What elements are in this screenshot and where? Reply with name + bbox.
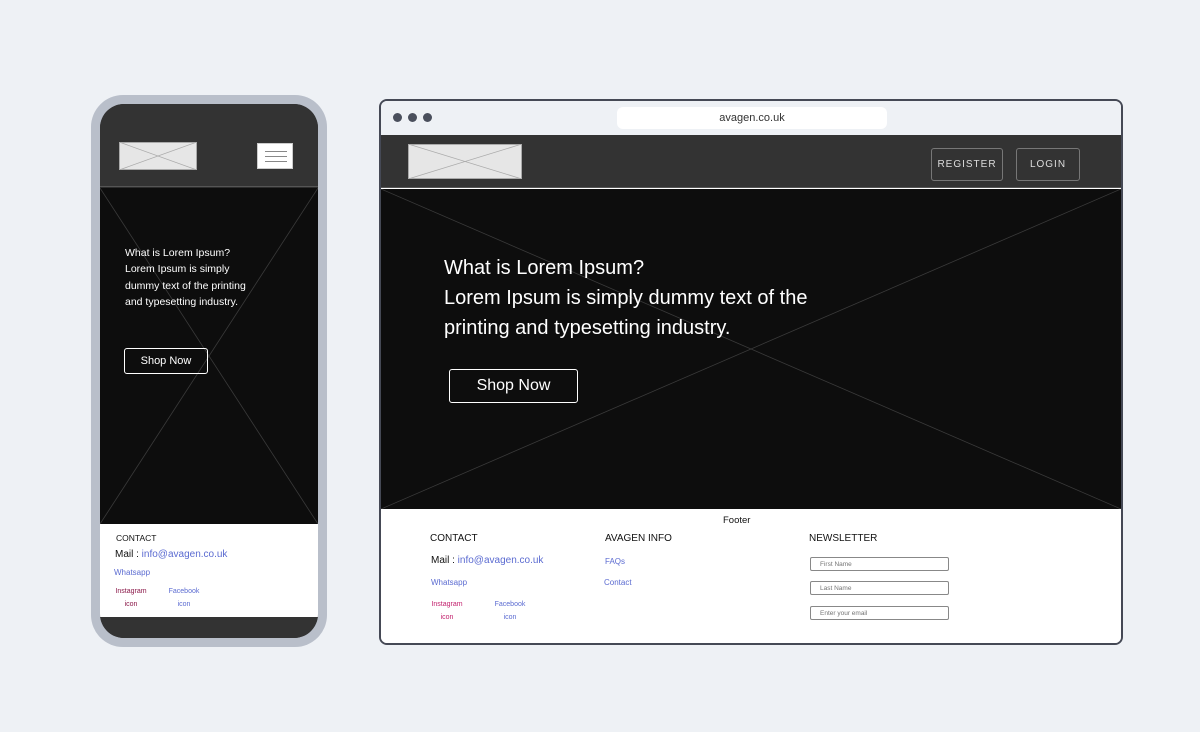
mobile-footer: CONTACT Mail : info@avagen.co.uk Whatsap…: [100, 524, 318, 617]
mail-label: Mail :: [431, 555, 458, 566]
desktop-hero-line: Lorem Ipsum is simply dummy text of the: [444, 287, 808, 309]
whatsapp-link[interactable]: Whatsapp: [431, 578, 467, 587]
mobile-whatsapp-link[interactable]: Whatsapp: [114, 568, 150, 577]
mail-link[interactable]: info@avagen.co.uk: [458, 555, 544, 566]
mobile-mail-line: Mail : info@avagen.co.uk: [115, 549, 227, 560]
desktop-logo-placeholder[interactable]: [408, 144, 522, 179]
mobile-screen: What is Lorem Ipsum? Lorem Ipsum is simp…: [100, 104, 318, 638]
desktop-hero-line: printing and typesetting industry.: [444, 317, 731, 339]
instagram-link[interactable]: Instagram icon: [427, 599, 467, 624]
mail-line: Mail : info@avagen.co.uk: [431, 555, 543, 566]
mobile-mail-label: Mail :: [115, 549, 142, 560]
mobile-hero-line: dummy text of the printing: [125, 279, 246, 292]
window-dot-icon[interactable]: [408, 113, 417, 122]
login-button[interactable]: LOGIN: [1016, 148, 1080, 181]
mobile-facebook-icon: icon: [177, 600, 191, 608]
mobile-hero-text: What is Lorem Ipsum? Lorem Ipsum is simp…: [125, 245, 275, 310]
desktop-navbar: REGISTER LOGIN: [381, 135, 1121, 188]
mobile-logo-placeholder[interactable]: [119, 142, 197, 170]
email-field[interactable]: [810, 606, 949, 620]
window-dot-icon[interactable]: [423, 113, 432, 122]
mobile-hero: What is Lorem Ipsum? Lorem Ipsum is simp…: [100, 188, 318, 524]
mobile-contact-heading: CONTACT: [116, 533, 157, 543]
mobile-facebook-label: Facebook: [168, 588, 200, 595]
hamburger-menu-icon[interactable]: [257, 143, 293, 169]
mobile-instagram-label: Instagram: [115, 588, 147, 595]
mobile-hero-line: What is Lorem Ipsum?: [125, 247, 231, 259]
last-name-field[interactable]: [810, 581, 949, 595]
mobile-mail-link[interactable]: info@avagen.co.uk: [142, 549, 228, 560]
footer-title: Footer: [723, 515, 751, 526]
contact-heading: CONTACT: [430, 533, 478, 544]
desktop-hero-line: What is Lorem Ipsum?: [444, 257, 645, 279]
desktop-hero-image-placeholder: [381, 189, 1121, 509]
register-button[interactable]: REGISTER: [931, 148, 1003, 181]
mobile-shop-now-button[interactable]: Shop Now: [124, 348, 208, 374]
mobile-hero-line: Lorem Ipsum is simply: [125, 263, 230, 276]
facebook-label: Facebook: [494, 601, 526, 608]
mobile-header: [100, 104, 318, 187]
window-dot-icon[interactable]: [393, 113, 402, 122]
desktop-shop-now-button[interactable]: Shop Now: [449, 369, 578, 403]
mobile-facebook-link[interactable]: Facebook icon: [166, 586, 202, 611]
desktop-hero-text: What is Lorem Ipsum? Lorem Ipsum is simp…: [444, 253, 884, 343]
newsletter-heading: NEWSLETTER: [809, 533, 878, 544]
faqs-link[interactable]: FAQs: [605, 557, 625, 566]
instagram-icon: icon: [440, 613, 454, 621]
mobile-hero-line: and typesetting industry.: [125, 295, 239, 308]
mobile-mockup: What is Lorem Ipsum? Lorem Ipsum is simp…: [91, 95, 327, 647]
address-bar[interactable]: avagen.co.uk: [617, 107, 887, 129]
desktop-hero: What is Lorem Ipsum? Lorem Ipsum is simp…: [381, 189, 1121, 509]
browser-chrome: avagen.co.uk: [381, 101, 1121, 135]
mobile-instagram-link[interactable]: Instagram icon: [114, 586, 148, 611]
instagram-label: Instagram: [431, 601, 463, 608]
desktop-footer: Footer CONTACT Mail : info@avagen.co.uk …: [381, 509, 1121, 643]
contact-link[interactable]: Contact: [604, 578, 632, 587]
facebook-icon: icon: [503, 613, 517, 621]
mobile-instagram-icon: icon: [124, 600, 138, 608]
first-name-field[interactable]: [810, 557, 949, 571]
mobile-bottom-bar: [100, 617, 318, 638]
avagen-info-heading: AVAGEN INFO: [605, 533, 672, 544]
desktop-browser-mockup: avagen.co.uk REGISTER LOGIN What is Lore…: [379, 99, 1123, 645]
facebook-link[interactable]: Facebook icon: [491, 599, 529, 624]
